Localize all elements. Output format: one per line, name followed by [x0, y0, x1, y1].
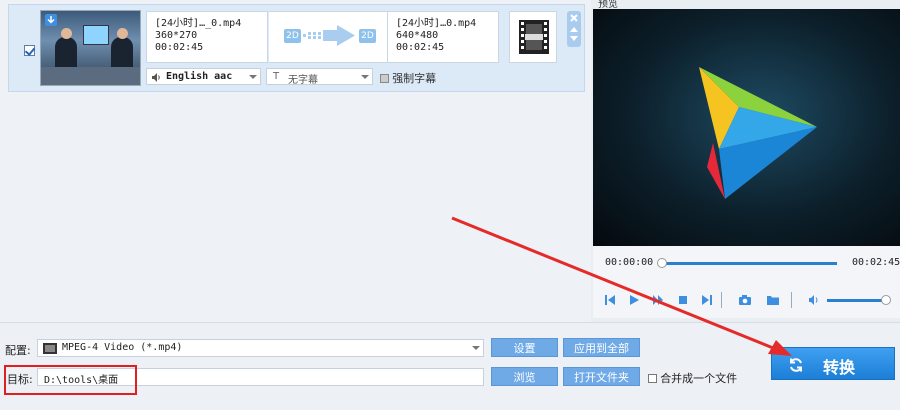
- play-icon[interactable]: [628, 294, 640, 306]
- merge-option[interactable]: 合并成一个文件: [648, 370, 737, 386]
- skip-end-icon[interactable]: [701, 294, 713, 306]
- target-info: [24小时]…0.mp4 640*480 00:02:45: [387, 11, 499, 63]
- convert-button[interactable]: 转换: [771, 347, 895, 380]
- film-strip-icon: [519, 20, 549, 54]
- refresh-icon: [790, 358, 802, 372]
- settings-button[interactable]: 设置: [491, 338, 558, 357]
- arrow-right-icon: [303, 25, 355, 46]
- target-duration: 00:02:45: [396, 42, 445, 53]
- browse-button[interactable]: 浏览: [491, 367, 558, 386]
- thumb-person-right: [111, 28, 133, 71]
- thumb-desk: [41, 67, 140, 85]
- subtitle-select[interactable]: T 无字幕: [266, 68, 373, 86]
- highlight-box-annotation: [4, 365, 137, 395]
- target-2d-badge: 2D: [359, 29, 376, 43]
- row-side-controls: [567, 11, 581, 47]
- player-logo-icon: [699, 67, 817, 199]
- merge-checkbox[interactable]: [648, 373, 657, 383]
- format-icon-box[interactable]: [509, 11, 557, 63]
- move-down-icon[interactable]: [569, 35, 579, 43]
- player-controls: [593, 282, 900, 318]
- audio-track-select[interactable]: English aac: [146, 68, 261, 85]
- skip-start-icon[interactable]: [604, 294, 616, 306]
- profile-value: MPEG-4 Video (*.mp4): [62, 342, 183, 353]
- convert-label: 转换: [823, 358, 856, 377]
- seek-bar-area: 00:00:00 00:02:45: [593, 246, 900, 282]
- merge-label: 合并成一个文件: [660, 372, 738, 385]
- profile-select[interactable]: MPEG-4 Video (*.mp4): [37, 339, 484, 357]
- speaker-icon: [152, 73, 160, 82]
- camera-icon[interactable]: [738, 294, 752, 306]
- close-icon[interactable]: [569, 13, 579, 23]
- chevron-down-icon: [361, 75, 369, 79]
- source-duration: 00:02:45: [155, 42, 204, 53]
- chevron-down-icon: [472, 346, 480, 350]
- source-filename: [24小时]…_0.mp4: [155, 18, 242, 29]
- output-settings-panel: 配置: MPEG-4 Video (*.mp4) 设置 应用到全部 目标: D:…: [0, 322, 900, 410]
- volume-handle[interactable]: [880, 295, 891, 305]
- move-up-icon[interactable]: [569, 25, 579, 33]
- time-current: 00:00:00: [605, 257, 654, 268]
- divider: [721, 292, 722, 308]
- text-icon: T: [273, 71, 280, 82]
- time-total: 00:02:45: [852, 257, 900, 268]
- chevron-down-icon: [249, 75, 257, 79]
- thumb-person-left: [55, 28, 77, 71]
- file-list-area: [24小时]…_0.mp4 360*270 00:02:45 2D 2D [24…: [0, 0, 591, 322]
- mpeg-format-icon: [43, 343, 57, 354]
- open-folder-button[interactable]: 打开文件夹: [563, 367, 640, 386]
- stop-icon[interactable]: [677, 294, 689, 306]
- force-subtitle-option[interactable]: 强制字幕: [380, 70, 436, 86]
- source-info: [24小时]…_0.mp4 360*270 00:02:45: [146, 11, 268, 63]
- download-icon[interactable]: [45, 14, 57, 26]
- subtitle-value: 无字幕: [288, 75, 318, 86]
- fast-forward-icon[interactable]: [652, 294, 664, 306]
- target-resolution: 640*480: [396, 30, 439, 41]
- video-thumbnail[interactable]: [40, 10, 141, 86]
- target-filename: [24小时]…0.mp4: [396, 18, 477, 29]
- file-checkbox[interactable]: [24, 45, 35, 56]
- conversion-arrow: 2D 2D: [269, 11, 387, 63]
- profile-label: 配置:: [5, 344, 31, 357]
- seek-handle[interactable]: [657, 258, 667, 268]
- force-subtitle-checkbox[interactable]: [380, 73, 389, 83]
- audio-track-value: English aac: [166, 71, 233, 82]
- apply-all-button[interactable]: 应用到全部: [563, 338, 640, 357]
- file-row[interactable]: [24小时]…_0.mp4 360*270 00:02:45 2D 2D [24…: [8, 4, 585, 92]
- folder-icon[interactable]: [766, 294, 780, 306]
- divider: [791, 292, 792, 308]
- thumb-screen: [83, 25, 109, 45]
- seek-slider[interactable]: [657, 258, 837, 268]
- source-resolution: 360*270: [155, 30, 198, 41]
- volume-slider[interactable]: [827, 295, 891, 305]
- volume-icon[interactable]: [808, 294, 820, 306]
- source-2d-badge: 2D: [284, 29, 301, 43]
- preview-video[interactable]: [593, 9, 900, 246]
- force-subtitle-label: 强制字幕: [392, 72, 437, 85]
